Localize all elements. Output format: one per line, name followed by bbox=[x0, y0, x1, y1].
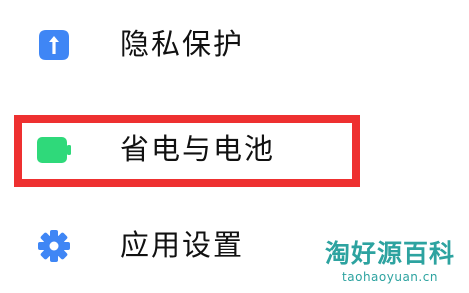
gear-icon bbox=[38, 230, 70, 262]
watermark-url: taohaoyuan.cn bbox=[342, 270, 438, 284]
settings-item-label: 省电与电池 bbox=[120, 132, 276, 166]
settings-item-label: 隐私保护 bbox=[120, 27, 245, 61]
settings-item-battery[interactable]: 省电与电池 bbox=[0, 113, 469, 183]
watermark: 淘好源百科 taohaoyuan.cn bbox=[325, 239, 455, 285]
settings-item-label: 应用设置 bbox=[120, 228, 245, 262]
battery-icon bbox=[37, 137, 71, 163]
watermark-title: 淘好源百科 bbox=[324, 239, 455, 268]
privacy-shield-icon bbox=[39, 30, 69, 60]
settings-item-privacy[interactable]: 隐私保护 bbox=[0, 12, 469, 82]
